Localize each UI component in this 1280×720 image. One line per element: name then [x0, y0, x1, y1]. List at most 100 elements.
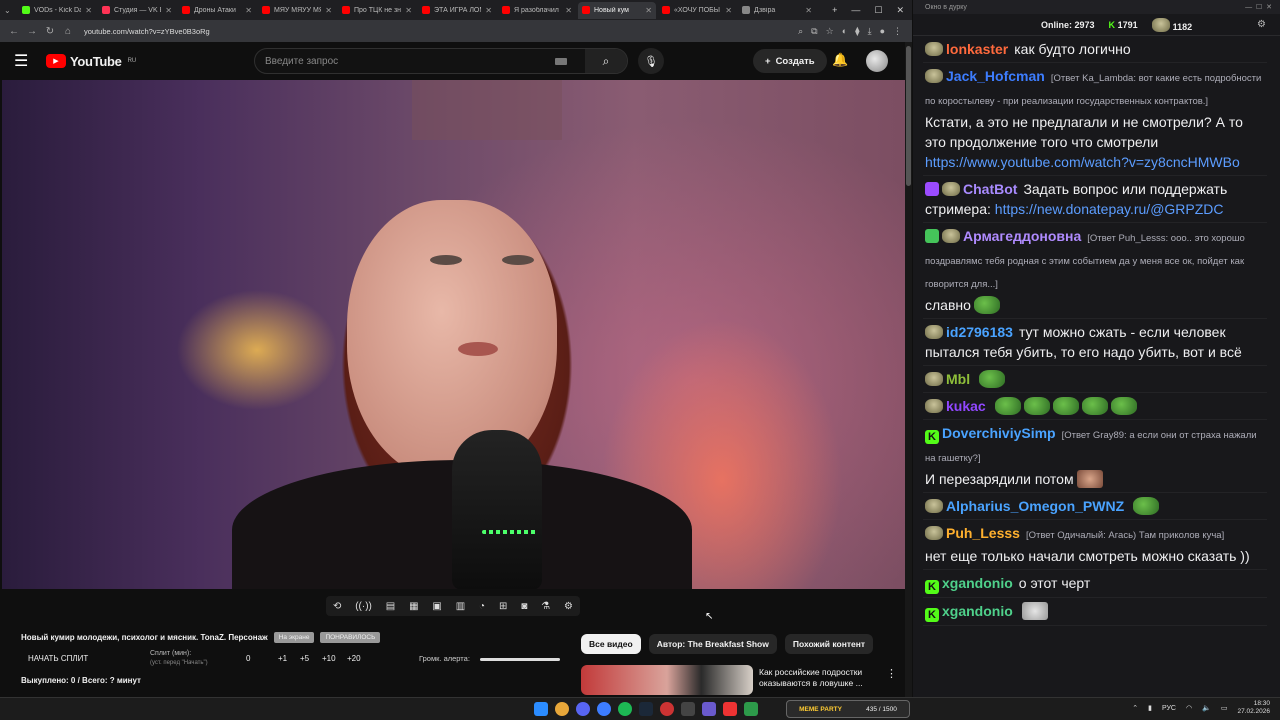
back-icon[interactable]: ← — [8, 26, 20, 37]
tab-menu-icon[interactable]: ⌄ — [4, 6, 16, 15]
chat-username[interactable]: Puh_Lesss — [946, 525, 1020, 541]
url-field[interactable]: youtube.com/watch?v=zYBve0B3oRg — [84, 27, 792, 36]
network-icon[interactable]: ▮ — [1148, 704, 1152, 712]
tab-close-icon[interactable]: ✕ — [565, 6, 572, 15]
search-input[interactable] — [255, 55, 555, 67]
settings-gear-icon[interactable]: ⚙ — [564, 601, 573, 612]
tab-close-icon[interactable]: ✕ — [805, 6, 812, 15]
page-scrollbar[interactable] — [905, 42, 912, 697]
chat-username[interactable]: DoverchiviySimp — [942, 425, 1056, 441]
screenshot-icon[interactable]: ◙ — [521, 601, 527, 612]
playlist-icon[interactable]: ▤ — [386, 601, 395, 612]
chat-message[interactable]: Kxgandonio о этот черт — [923, 570, 1267, 598]
film-icon[interactable]: ▦ — [409, 601, 418, 612]
discord-icon[interactable] — [576, 702, 590, 716]
hamburger-menu-icon[interactable]: ☰ — [14, 51, 34, 71]
app-icon[interactable] — [744, 702, 758, 716]
tab-close-icon[interactable]: ✕ — [645, 6, 652, 15]
add-5-button[interactable]: +5 — [300, 654, 309, 663]
tab-close-icon[interactable]: ✕ — [485, 6, 492, 15]
chat-username[interactable]: Mbl — [946, 371, 970, 387]
chat-username[interactable]: Армагеддоновна — [963, 228, 1081, 244]
chat-message[interactable]: Alpharius_Omegon_PWNZ — [923, 493, 1267, 520]
voice-search-button[interactable]: 🎙 — [638, 48, 664, 74]
recommended-title[interactable]: Как российские подростки оказываются в л… — [759, 667, 879, 689]
recommended-thumbnail[interactable] — [581, 665, 753, 695]
chat-window-controls[interactable]: — ☐ ✕ — [1245, 3, 1272, 11]
chip-related[interactable]: Похожий контент — [784, 634, 874, 654]
chip-all-videos[interactable]: Все видео — [581, 634, 641, 654]
maximize-icon[interactable]: ☐ — [874, 5, 882, 16]
browser-tab[interactable]: Новый кум ✕ — [578, 1, 656, 19]
tab-close-icon[interactable]: ✕ — [165, 6, 172, 15]
chat-message[interactable]: Jack_Hofcman [Ответ Ka_Lambda: вот какие … — [923, 63, 1267, 176]
browser-tab[interactable]: Дроны Атаки ✕ — [178, 2, 256, 19]
extensions-puzzle-icon[interactable]: ⧫ — [855, 26, 859, 37]
chat-message[interactable]: Puh_Lesss [Ответ Одичалый: Агась) Там при… — [923, 520, 1267, 570]
wifi-icon[interactable]: ◠ — [1186, 704, 1192, 712]
tag-pill[interactable]: ПОНРАВИЛОСЬ — [320, 632, 381, 643]
create-button[interactable]: + Создать — [753, 49, 827, 73]
cast-icon[interactable]: ⧉ — [811, 26, 817, 37]
tab-close-icon[interactable]: ✕ — [405, 6, 412, 15]
more-options-icon[interactable]: ⋮ — [886, 667, 897, 680]
split-minutes-value[interactable]: 0 — [246, 654, 250, 663]
chat-message[interactable]: Kxgandonio — [923, 598, 1267, 626]
app-icon[interactable] — [681, 702, 695, 716]
audio-icon[interactable]: ((·)) — [355, 601, 372, 612]
add-20-button[interactable]: +20 — [347, 654, 361, 663]
browser-tab[interactable]: Я разоблачил ✕ — [498, 2, 576, 19]
add-frame-icon[interactable]: ⊞ — [499, 601, 507, 612]
clock[interactable]: 18:30 27.02.2026 — [1237, 700, 1270, 716]
chat-username[interactable]: Jack_Hofcman — [946, 68, 1045, 84]
chat-message-link[interactable]: https://www.youtube.com/watch?v=zy8cncHM… — [925, 154, 1240, 170]
notifications-bell-icon[interactable]: 🔔 — [832, 52, 848, 68]
tag-pill[interactable]: На экране — [273, 632, 315, 643]
youtube-logo[interactable]: ▶ YouTube RU — [46, 54, 136, 69]
chat-message-link[interactable]: https://new.donatepay.ru/@GRPZDC — [995, 201, 1224, 217]
add-10-button[interactable]: +10 — [322, 654, 336, 663]
scrollbar-thumb[interactable] — [906, 46, 911, 186]
spotify-icon[interactable] — [618, 702, 632, 716]
language-indicator[interactable]: РУС — [1162, 705, 1176, 712]
extension-icon[interactable]: ◐ — [842, 26, 847, 37]
chat-username[interactable]: Alpharius_Omegon_PWNZ — [946, 498, 1124, 514]
zoom-icon[interactable]: ⌕ — [798, 26, 803, 37]
account-avatar[interactable] — [866, 50, 888, 72]
steam-icon[interactable] — [639, 702, 653, 716]
meme-party-widget[interactable]: MEME PARTY 435 / 1500 — [786, 700, 910, 718]
speed-icon[interactable]: ◔ — [479, 601, 485, 612]
close-icon[interactable]: ✕ — [896, 5, 904, 16]
browser-tab[interactable]: МЯУ МЯУУ МЯ ✕ — [258, 2, 336, 19]
profile-icon[interactable]: ● — [880, 26, 885, 37]
tab-close-icon[interactable]: ✕ — [85, 6, 92, 15]
battery-icon[interactable]: ▭ — [1221, 704, 1228, 712]
app-icon[interactable] — [723, 702, 737, 716]
download-icon[interactable]: ⤓ — [868, 26, 872, 37]
browser-tab[interactable]: Студия — VK В ✕ — [98, 2, 176, 19]
home-icon[interactable]: ⌂ — [62, 26, 74, 37]
chat-username[interactable]: id2796183 — [946, 324, 1013, 340]
browser-tab[interactable]: Дзвіра ✕ — [738, 2, 816, 19]
chat-message[interactable]: kukac — [923, 393, 1267, 420]
browser-tab[interactable]: Про ТЦК не зн ✕ — [338, 2, 416, 19]
start-split-button[interactable]: НАЧАТЬ СПЛИТ — [28, 654, 88, 663]
search-button[interactable]: ⌕ — [585, 49, 627, 73]
tab-close-icon[interactable]: ✕ — [325, 6, 332, 15]
app-icon[interactable] — [660, 702, 674, 716]
minimize-icon[interactable]: — — [851, 5, 860, 15]
chat-username[interactable]: ChatBot — [963, 181, 1017, 197]
reload-icon[interactable]: ↻ — [44, 26, 56, 37]
new-tab-icon[interactable]: + — [832, 5, 837, 15]
add-1-button[interactable]: +1 — [278, 654, 287, 663]
chrome-icon[interactable] — [555, 702, 569, 716]
bookmark-star-icon[interactable]: ☆ — [826, 26, 834, 37]
chat-message[interactable]: Mbl — [923, 366, 1267, 393]
chat-message[interactable]: Армагеддоновна [Ответ Puh_Lesss: ооо.. эт… — [923, 223, 1267, 319]
tab-close-icon[interactable]: ✕ — [245, 6, 252, 15]
start-icon[interactable] — [534, 702, 548, 716]
browser-tab[interactable]: VODs - Kick Da ✕ — [18, 2, 96, 19]
volume-icon[interactable]: 🔈 — [1202, 704, 1211, 712]
chat-message[interactable]: id2796183 тут можно сжать - если человек … — [923, 319, 1267, 366]
subtitles-icon[interactable]: ▥ — [456, 601, 465, 612]
